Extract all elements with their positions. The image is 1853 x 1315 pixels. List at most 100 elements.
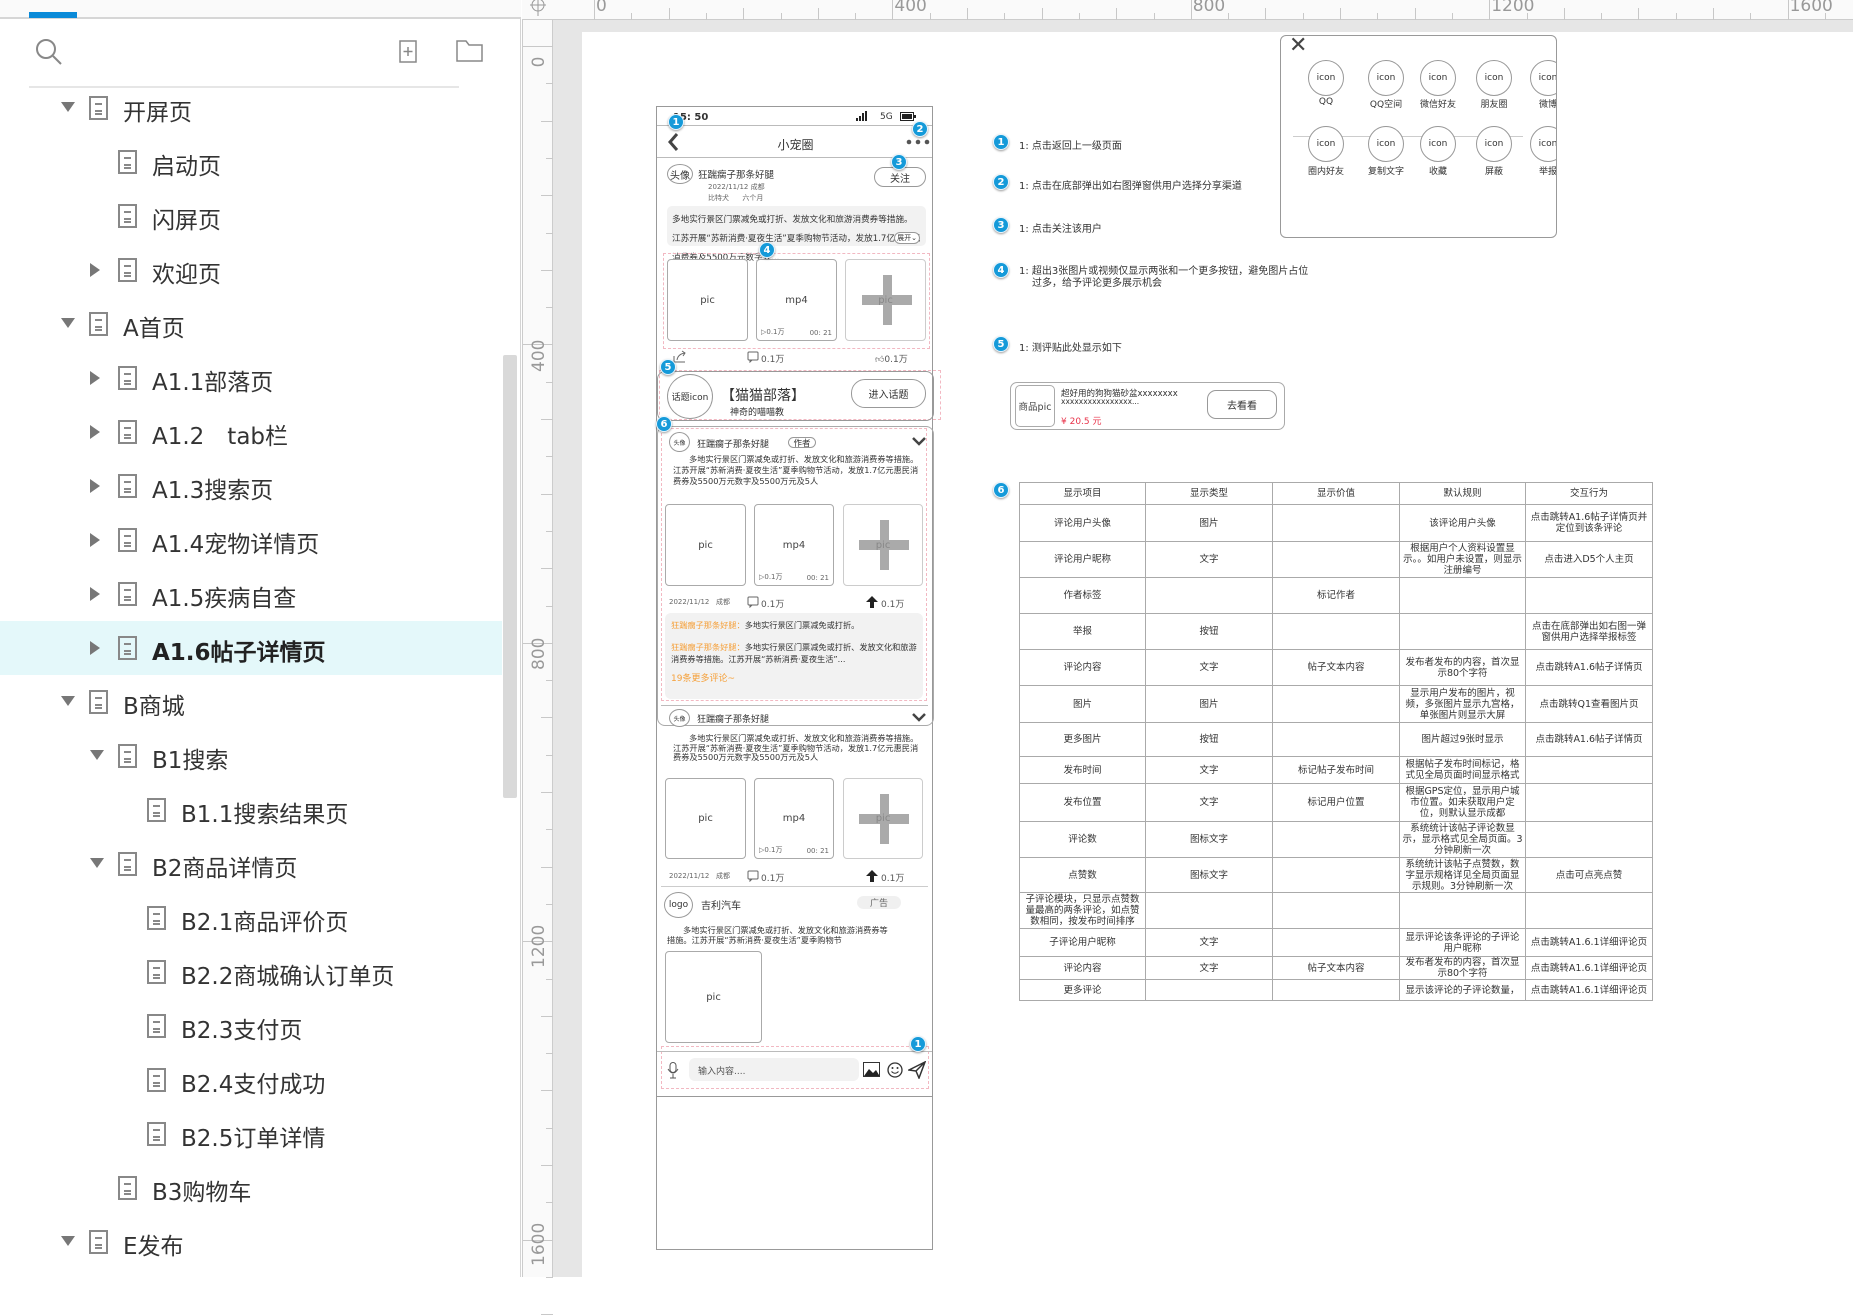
share-option-label[interactable]: QQ <box>1296 97 1356 107</box>
chevron-down-icon[interactable] <box>912 437 926 446</box>
tree-item[interactable]: B2.5订单详情 <box>0 1107 502 1161</box>
commenter-name[interactable]: 狂踹瘸子那条好腿 <box>697 712 769 725</box>
product-card[interactable]: 商品pic 超好用的狗狗猫砂盆xxxxxxxx xxxxxxxxxxxxxxxx… <box>1010 382 1285 430</box>
tree-item[interactable]: A1.1部落页 <box>0 351 502 405</box>
author-name[interactable]: 狂踹瘸子那条好腿 <box>698 167 774 181</box>
tree-item[interactable]: 启动页 <box>0 135 502 189</box>
ad-logo[interactable]: logo <box>664 892 693 918</box>
send-icon[interactable] <box>908 1061 926 1079</box>
add-folder-icon[interactable] <box>456 39 484 63</box>
advertiser-name[interactable]: 吉利汽车 <box>701 897 741 912</box>
comment-icon[interactable] <box>747 596 759 608</box>
more-images-button[interactable]: pic <box>843 778 923 859</box>
tree-item[interactable]: A首页 <box>0 297 502 351</box>
image-thumb[interactable]: pic <box>665 778 746 859</box>
share-option-icon[interactable]: icon <box>1368 60 1404 96</box>
caret-right-icon[interactable] <box>90 425 100 439</box>
commenter-name[interactable]: 狂踹瘸子那条好腿 <box>697 437 769 450</box>
add-page-icon[interactable] <box>399 40 419 64</box>
search-icon[interactable] <box>34 37 64 67</box>
tree-item[interactable]: B商城 <box>0 675 502 729</box>
chevron-down-icon[interactable] <box>912 713 926 722</box>
caret-down-icon[interactable] <box>61 1236 75 1246</box>
caret-down-icon[interactable] <box>90 750 104 760</box>
image-icon[interactable] <box>863 1062 880 1077</box>
share-option-label[interactable]: 复制文字 <box>1356 164 1416 177</box>
share-option-icon[interactable]: icon <box>1530 126 1556 162</box>
more-images-button[interactable]: pic <box>843 504 923 586</box>
share-option-label[interactable]: 圈内好友 <box>1296 164 1356 177</box>
tree-item[interactable]: B2.2商城确认订单页 <box>0 945 502 999</box>
tree-item[interactable]: B1搜索 <box>0 729 502 783</box>
tree-item[interactable]: B2商品详情页 <box>0 837 502 891</box>
close-icon[interactable]: ✕ <box>1289 36 1307 58</box>
share-option-label[interactable]: 屏蔽 <box>1464 164 1524 177</box>
reply-name[interactable]: 狂踹瘸子那条好腿： <box>671 620 745 630</box>
caret-right-icon[interactable] <box>90 587 100 601</box>
more-images-button[interactable]: pic <box>845 259 926 341</box>
upvote-icon[interactable] <box>866 596 878 608</box>
tree-item[interactable]: B2.1商品评价页 <box>0 891 502 945</box>
share-option-icon[interactable]: icon <box>1420 60 1456 96</box>
ad-image[interactable]: pic <box>665 951 762 1043</box>
share-option-label[interactable]: 举报 <box>1518 164 1556 177</box>
caret-right-icon[interactable] <box>90 479 100 493</box>
tree-item[interactable]: A1.3搜索页 <box>0 459 502 513</box>
caret-down-icon[interactable] <box>90 858 104 868</box>
share-option-icon[interactable]: icon <box>1420 126 1456 162</box>
enter-topic-button[interactable]: 进入话题 <box>851 379 926 408</box>
emoji-icon[interactable] <box>887 1062 903 1078</box>
tree-item[interactable]: B2.3支付页 <box>0 999 502 1053</box>
active-tab-indicator[interactable] <box>29 12 77 18</box>
share-option-icon[interactable]: icon <box>1530 60 1556 96</box>
caret-down-icon[interactable] <box>61 696 75 706</box>
share-option-icon[interactable]: icon <box>1476 60 1512 96</box>
like-count[interactable]: 👍︎0.1万 <box>875 352 908 365</box>
share-option-icon[interactable]: icon <box>1308 60 1344 96</box>
image-thumb[interactable]: pic <box>665 504 746 586</box>
video-thumb[interactable]: mp4 ▷0.1万 00: 21 <box>754 504 834 586</box>
share-option-label[interactable]: 朋友圈 <box>1464 97 1524 110</box>
tree-item[interactable]: B3购物车 <box>0 1161 502 1215</box>
caret-right-icon[interactable] <box>90 371 100 385</box>
share-option-icon[interactable]: icon <box>1476 126 1512 162</box>
upvote-icon[interactable] <box>866 870 878 882</box>
share-option-icon[interactable]: icon <box>1308 126 1344 162</box>
share-option-icon[interactable]: icon <box>1368 126 1404 162</box>
caret-down-icon[interactable] <box>61 102 75 112</box>
follow-button[interactable]: 关注 <box>874 167 926 187</box>
expand-button[interactable]: 展开⌄ <box>894 232 920 244</box>
tree-item[interactable]: A1.5疾病自查 <box>0 567 502 621</box>
caret-right-icon[interactable] <box>90 533 100 547</box>
comment-icon[interactable] <box>747 870 759 882</box>
avatar[interactable]: 头像 <box>669 432 690 452</box>
reply-item[interactable]: 狂踹瘸子那条好腿：多地实行景区门票减免或打折、发放文化和旅游消费券等措施。江苏开… <box>671 641 921 665</box>
tree-item[interactable]: 闪屏页 <box>0 189 502 243</box>
tree-item[interactable]: E发布 <box>0 1215 502 1269</box>
more-replies-link[interactable]: 19条更多评论~ <box>671 671 735 684</box>
reply-item[interactable]: 狂踹瘸子那条好腿：多地实行景区门票减免或打折。 <box>671 620 921 631</box>
avatar[interactable]: 头像 <box>667 164 693 184</box>
share-icon[interactable] <box>673 350 687 363</box>
video-thumb[interactable]: mp4 ▷0.1万 00: 21 <box>754 778 834 859</box>
tree-item[interactable]: A1.4宠物详情页 <box>0 513 502 567</box>
sidebar-scrollbar[interactable] <box>503 355 517 798</box>
view-product-button[interactable]: 去看看 <box>1207 390 1277 419</box>
more-icon[interactable] <box>906 139 930 145</box>
caret-right-icon[interactable] <box>90 263 100 277</box>
share-option-label[interactable]: 微博 <box>1518 97 1556 110</box>
image-thumb[interactable]: pic <box>667 259 748 341</box>
tree-item[interactable]: 开屏页 <box>0 81 502 135</box>
avatar[interactable]: 头像 <box>669 709 690 727</box>
comment-input[interactable]: 输入内容.... <box>689 1058 859 1081</box>
share-option-label[interactable]: 微信好友 <box>1408 97 1468 110</box>
tree-item[interactable]: A1.2 tab栏 <box>0 405 502 459</box>
tree-item[interactable]: B1.1搜索结果页 <box>0 783 502 837</box>
tree-item[interactable]: B2.4支付成功 <box>0 1053 502 1107</box>
tree-item[interactable]: 欢迎页 <box>0 243 502 297</box>
microphone-icon[interactable] <box>667 1062 679 1079</box>
share-option-label[interactable]: 收藏 <box>1408 164 1468 177</box>
comment-icon[interactable] <box>747 351 759 363</box>
share-option-label[interactable]: QQ空间 <box>1356 97 1416 110</box>
video-thumb[interactable]: mp4 ▷0.1万 00: 21 <box>756 259 837 341</box>
